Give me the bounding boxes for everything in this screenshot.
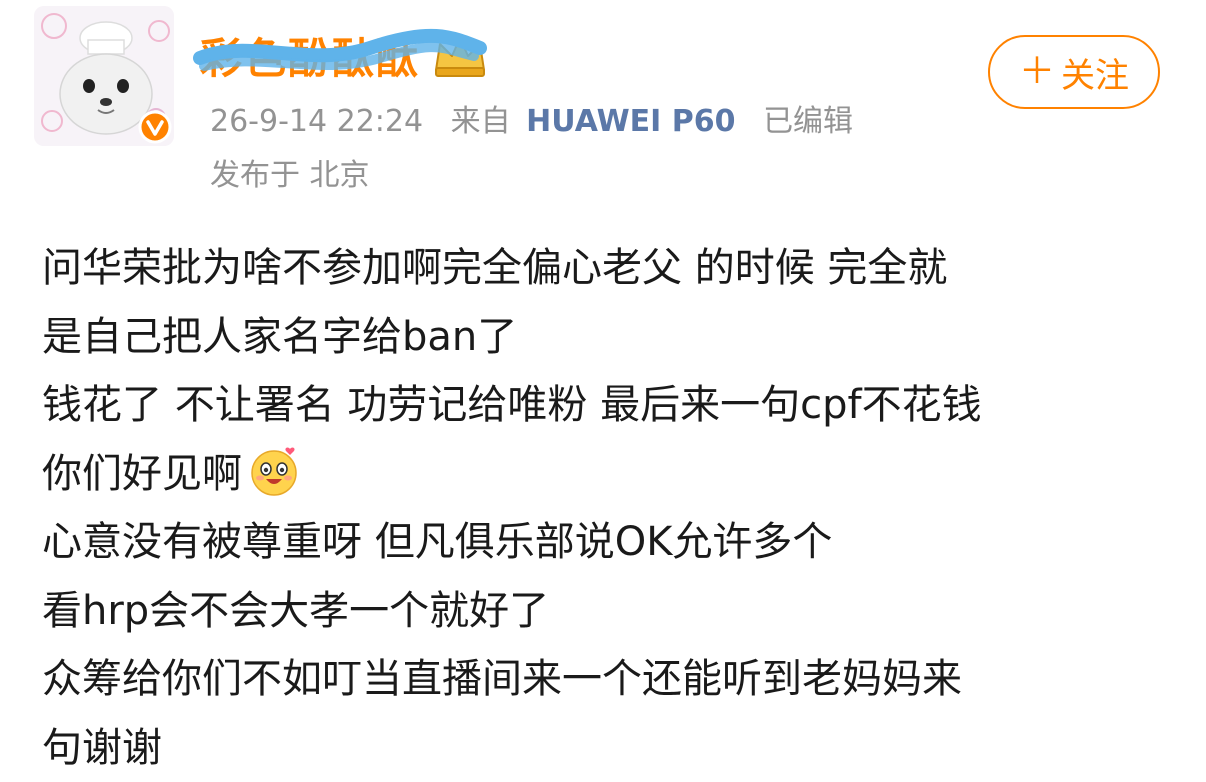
post-content: 问华荣批为啥不参加啊完全偏心老父 的时候 完全就 是自己把人家名字给ban了 钱… [42,234,1182,782]
content-line: 众筹给你们不如叮当直播间来一个还能听到老妈妈来 [42,645,1182,714]
source-prefix: 来自 [451,104,511,139]
avatar[interactable] [34,6,174,146]
verified-badge-icon [138,110,172,144]
follow-label: 关注 [1061,48,1129,97]
content-line: 心意没有被尊重呀 但凡俱乐部说OK允许多个 [42,508,1182,577]
follow-button[interactable]: ＋ 关注 [988,35,1160,109]
content-line-with-emoji: 你们好见啊 [42,440,1182,509]
post-meta: 26-9-14 22:24 来自 HUAWEI P60 已编辑 [210,96,871,140]
blushing-smile-emoji-icon [246,443,302,499]
post-location: 发布于 北京 [210,150,370,194]
content-line: 问华荣批为啥不参加啊完全偏心老父 的时候 完全就 [42,234,1182,303]
username[interactable]: 彩色酚酞酞 [200,25,420,86]
edited-label[interactable]: 已编辑 [763,104,853,139]
content-line: 钱花了 不让署名 功劳记给唯粉 最后来一句cpf不花钱 [42,371,1182,440]
device-link[interactable]: HUAWEI P60 [526,104,735,139]
content-line: 句谢谢 [42,714,1182,782]
content-line: 是自己把人家名字给ban了 [42,303,1182,372]
username-row: 彩色酚酞酞 [200,20,490,90]
content-line: 你们好见啊 [42,451,242,497]
plus-icon: ＋ [1019,54,1055,90]
post-timestamp: 26-9-14 22:24 [210,104,423,139]
content-line: 看hrp会不会大孝一个就好了 [42,577,1182,646]
crown-icon [430,30,490,80]
